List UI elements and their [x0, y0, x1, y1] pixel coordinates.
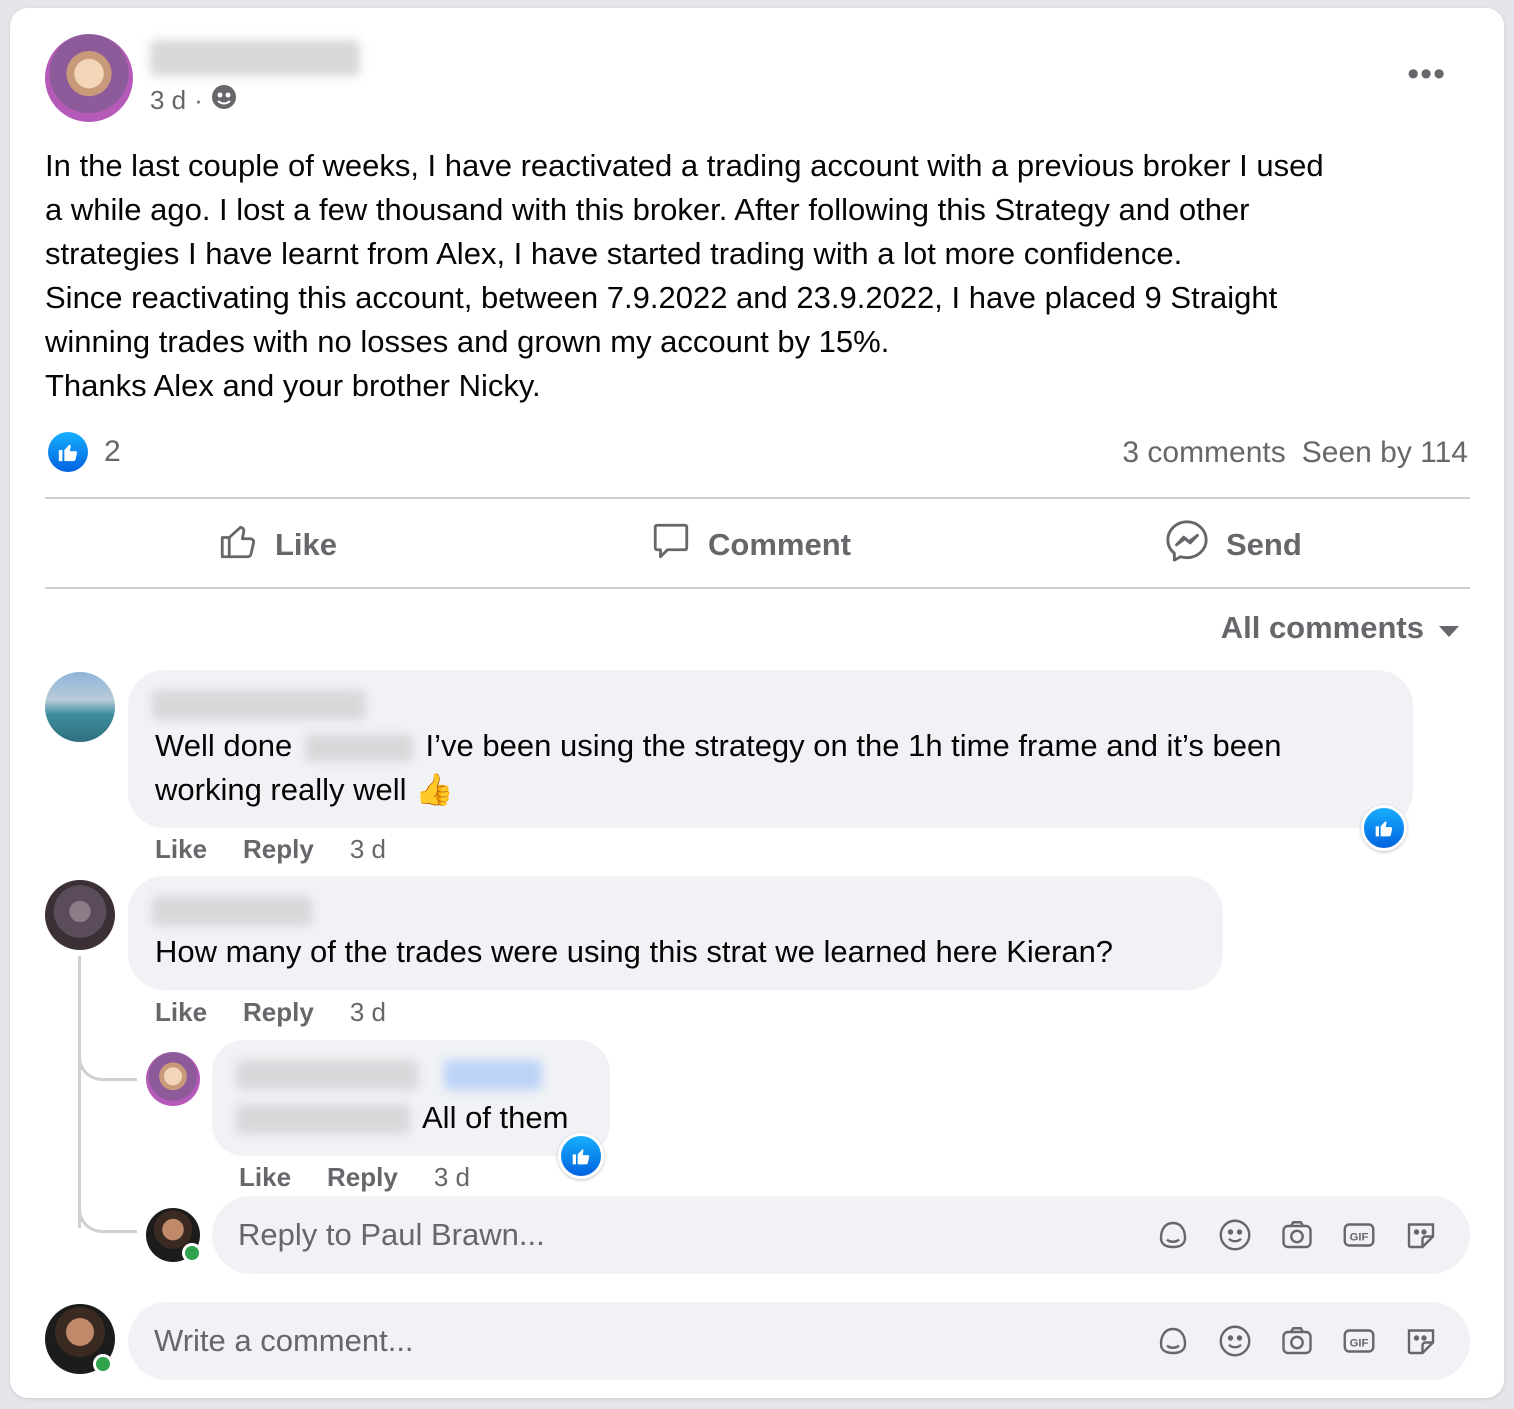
comment-text-tail: working really well [155, 772, 407, 807]
post-line: a while ago. I lost a few thousand with … [45, 192, 1250, 227]
thumbs-up-emoji: 👍 [415, 772, 454, 807]
comment-button[interactable]: Comment [650, 520, 851, 570]
reply-input-box: GIF [212, 1196, 1470, 1274]
send-button[interactable]: Send [1164, 520, 1302, 570]
smiley-icon[interactable] [1216, 1216, 1254, 1254]
comment-like-badge[interactable] [1361, 805, 1407, 851]
author-badge-redacted [444, 1060, 542, 1090]
comment-bubble: Well done I’ve been using the strategy o… [128, 670, 1413, 828]
comment-text: How many of the trades were using this s… [155, 934, 1114, 969]
caret-down-icon [1438, 610, 1460, 646]
comment-text: Well done I’ve been using the strategy o… [155, 724, 1281, 768]
post-line: In the last couple of weeks, I have reac… [45, 148, 1324, 183]
comment-text-end: I’ve been using the strategy on the 1h t… [425, 728, 1282, 763]
commenter-avatar[interactable] [45, 880, 115, 950]
reactions-summary[interactable]: 2 [48, 432, 121, 472]
comments-count[interactable]: 3 comments [1122, 436, 1285, 470]
commenter-name-redacted[interactable] [152, 896, 312, 926]
comment-label: Comment [708, 527, 851, 562]
reply-like-link[interactable]: Like [239, 1162, 291, 1193]
thumbs-up-icon [1375, 821, 1393, 837]
camera-icon[interactable] [1278, 1216, 1316, 1254]
comment-actions: Like Reply 3 d [155, 997, 386, 1028]
commenter-name-redacted[interactable] [152, 690, 366, 720]
post-time[interactable]: 3 d [150, 85, 186, 116]
online-status-indicator [93, 1354, 113, 1374]
post-line: winning trades with no losses and grown … [45, 324, 890, 359]
reply-tools: GIF [1154, 1216, 1470, 1254]
comment-text-line2: working really well 👍 [155, 768, 454, 812]
avatar-sticker-icon[interactable] [1154, 1216, 1192, 1254]
svg-text:GIF: GIF [1350, 1337, 1369, 1349]
avatar-sticker-icon[interactable] [1154, 1322, 1192, 1360]
online-status-indicator [182, 1243, 202, 1263]
gif-icon[interactable]: GIF [1340, 1322, 1378, 1360]
post-line: strategies I have learnt from Alex, I ha… [45, 236, 1183, 271]
meta-separator: · [194, 85, 203, 115]
comment-time[interactable]: 3 d [350, 834, 386, 865]
seen-by[interactable]: Seen by 114 [1302, 436, 1468, 470]
author-avatar[interactable] [146, 1052, 200, 1106]
reply-input[interactable] [212, 1216, 1154, 1254]
reply-like-badge[interactable] [558, 1133, 604, 1179]
gif-icon[interactable]: GIF [1340, 1216, 1378, 1254]
like-label: Like [275, 527, 338, 562]
comment-tools: GIF [1154, 1322, 1470, 1360]
comment-bubble: How many of the trades were using this s… [128, 876, 1223, 990]
reply-text: All of them [422, 1100, 569, 1135]
mention-redacted[interactable] [304, 733, 413, 762]
globe-icon [211, 84, 237, 117]
sticker-icon[interactable] [1402, 1216, 1440, 1254]
thumbs-up-icon [572, 1149, 590, 1165]
more-options-icon[interactable]: ••• [1407, 57, 1446, 91]
mention-redacted[interactable] [236, 1104, 410, 1134]
divider [45, 497, 1470, 499]
comment-text-start: Well done [155, 728, 293, 763]
comment-time[interactable]: 3 d [350, 997, 386, 1028]
reaction-count: 2 [104, 435, 121, 468]
like-button[interactable]: Like [217, 520, 337, 570]
reply-bubble: All of them [212, 1040, 610, 1156]
author-name-redacted[interactable] [150, 40, 360, 76]
reply-actions: Like Reply 3 d [239, 1162, 470, 1193]
reply-reply-link[interactable]: Reply [327, 1162, 398, 1193]
thumbs-up-icon [48, 432, 88, 472]
comment-reply-link[interactable]: Reply [243, 834, 314, 865]
post-card: 3 d · ••• In the last couple of weeks, I… [10, 8, 1504, 1398]
reply-time[interactable]: 3 d [434, 1162, 470, 1193]
comment-like-link[interactable]: Like [155, 997, 207, 1028]
thread-connector [78, 1018, 137, 1081]
comment-input[interactable] [128, 1322, 1154, 1360]
messenger-icon [1164, 518, 1210, 572]
svg-text:GIF: GIF [1350, 1231, 1369, 1243]
sticker-icon[interactable] [1402, 1322, 1440, 1360]
post-body: In the last couple of weeks, I have reac… [45, 144, 1475, 408]
comments-filter-dropdown[interactable]: All comments [1221, 610, 1460, 646]
thread-connector [78, 1168, 137, 1233]
post-line: Since reactivating this account, between… [45, 280, 1278, 315]
author-name-redacted[interactable] [236, 1060, 418, 1090]
comment-reply-link[interactable]: Reply [243, 997, 314, 1028]
post-stats: 3 comments Seen by 114 [1122, 436, 1468, 470]
post-line: Thanks Alex and your brother Nicky. [45, 368, 541, 403]
author-avatar[interactable] [45, 34, 133, 122]
divider [45, 587, 1470, 589]
post-meta: 3 d · [150, 84, 237, 117]
comment-input-box: GIF [128, 1302, 1470, 1380]
filter-label: All comments [1220, 610, 1424, 645]
commenter-avatar[interactable] [45, 672, 115, 742]
comment-actions: Like Reply 3 d [155, 834, 386, 865]
comment-icon [650, 520, 692, 570]
camera-icon[interactable] [1278, 1322, 1316, 1360]
send-label: Send [1226, 527, 1302, 562]
thumbs-up-outline-icon [217, 520, 259, 570]
comment-like-link[interactable]: Like [155, 834, 207, 865]
smiley-icon[interactable] [1216, 1322, 1254, 1360]
